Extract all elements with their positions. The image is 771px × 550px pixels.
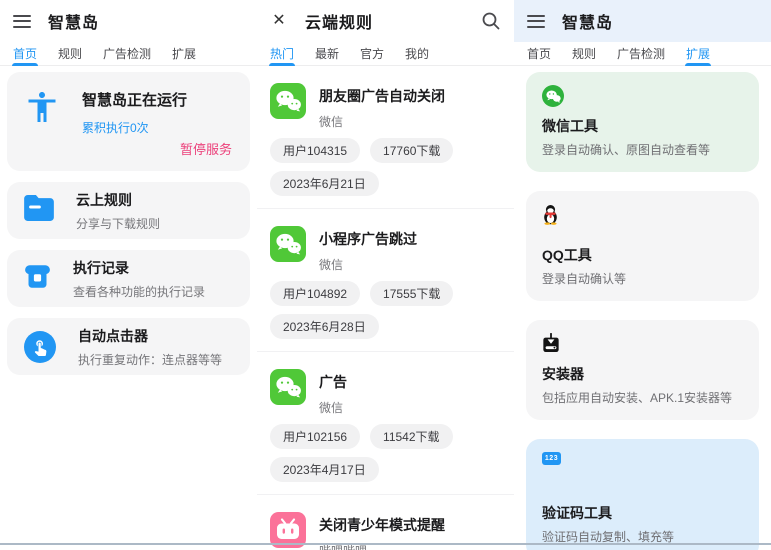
tab-ad-detect[interactable]: 广告检测	[617, 42, 665, 65]
qq-icon	[542, 204, 743, 230]
date-chip: 2023年6月21日	[270, 171, 379, 196]
tab-extensions[interactable]: 扩展	[172, 42, 196, 65]
rules-tabbar: 热门 最新 官方 我的	[257, 42, 514, 66]
wechat-circle-icon	[542, 85, 743, 112]
card-title: 自动点击器	[78, 327, 148, 344]
users-chip: 用户102156	[270, 424, 361, 449]
users-chip: 用户104892	[270, 281, 361, 306]
date-chip: 2023年4月17日	[270, 457, 379, 482]
tab-hot[interactable]: 热门	[270, 42, 294, 65]
home-header: 智慧岛	[0, 0, 257, 42]
list-item[interactable]: 关闭青少年模式提醒 哔哩哔哩 用户100001 10742下载 2023年3月1…	[257, 495, 514, 550]
rule-title: 关闭青少年模式提醒	[319, 517, 445, 533]
rules-list: 朋友圈广告自动关闭 微信 用户104315 17760下载 2023年6月21日	[257, 66, 514, 550]
card-title: 云上规则	[76, 191, 132, 208]
extension-subtitle: 包括应用自动安装、APK.1安装器等	[542, 391, 733, 405]
sms-code-tools-card[interactable]: 123 验证码工具 验证码自动复制、填充等	[526, 439, 759, 550]
tab-extensions[interactable]: 扩展	[686, 42, 710, 65]
close-icon[interactable]: ✕	[270, 12, 288, 30]
qq-tools-card[interactable]: QQ工具 登录自动确认等	[526, 191, 759, 301]
tab-ad-detect[interactable]: 广告检测	[103, 42, 151, 65]
page-title: 云端规则	[305, 15, 374, 32]
card-subtitle: 执行重复动作：连点器等等	[78, 352, 223, 367]
date-chip: 2023年6月28日	[270, 314, 379, 339]
extensions-panel: 智慧岛 首页 规则 广告检测 扩展 微信工具 登录自动确认、原图自动查看等 QQ…	[514, 0, 771, 550]
tab-home[interactable]: 首页	[527, 42, 551, 65]
rule-app: 微信	[319, 115, 344, 129]
wechat-icon	[270, 83, 306, 119]
downloads-chip: 17555下载	[370, 281, 454, 306]
list-item[interactable]: 小程序广告跳过 微信 用户104892 17555下载 2023年6月28日	[257, 209, 514, 352]
list-item[interactable]: 广告 微信 用户102156 11542下载 2023年4月17日	[257, 352, 514, 495]
hamburger-menu-icon[interactable]	[527, 14, 545, 28]
extensions-tabbar: 首页 规则 广告检测 扩展	[514, 42, 771, 66]
accessibility-icon	[24, 89, 60, 156]
auto-clicker-card[interactable]: 自动点击器 执行重复动作：连点器等等	[7, 318, 250, 375]
service-status-card[interactable]: 智慧岛正在运行 累积执行0次 暂停服务	[7, 72, 250, 171]
page-title: 智慧岛	[562, 15, 614, 32]
card-title: 执行记录	[73, 259, 129, 276]
cloud-rules-header: ✕ 云端规则	[257, 0, 514, 42]
pause-service-button[interactable]: 暂停服务	[180, 139, 232, 158]
extension-title: QQ工具	[542, 247, 592, 263]
page-title: 智慧岛	[48, 15, 100, 32]
extension-title: 安装器	[542, 366, 584, 382]
tab-rules[interactable]: 规则	[572, 42, 596, 65]
rule-title: 小程序广告跳过	[319, 231, 417, 247]
rule-app: 微信	[319, 258, 344, 272]
installer-card[interactable]: 安装器 包括应用自动安装、APK.1安装器等	[526, 320, 759, 420]
home-content: 智慧岛正在运行 累积执行0次 暂停服务 云上规则 分享与下载规则 执行记录 查看…	[0, 66, 257, 381]
rule-title: 广告	[319, 374, 347, 390]
card-subtitle: 分享与下载规则	[76, 216, 161, 231]
downloads-chip: 17760下载	[370, 138, 454, 163]
wechat-tools-card[interactable]: 微信工具 登录自动确认、原图自动查看等	[526, 72, 759, 172]
cloud-rules-panel: ✕ 云端规则 热门 最新 官方 我的 朋友圈广告自动关闭 微信 用户104315…	[257, 0, 514, 550]
extension-subtitle: 登录自动确认等	[542, 272, 627, 286]
rule-title: 朋友圈广告自动关闭	[319, 88, 445, 104]
users-chip: 用户104315	[270, 138, 361, 163]
folder-icon	[24, 195, 54, 226]
sms-code-icon: 123	[542, 452, 561, 465]
extension-title: 验证码工具	[542, 505, 612, 521]
auto-clicker-icon	[24, 330, 56, 363]
tab-home[interactable]: 首页	[13, 42, 37, 65]
status-title: 智慧岛正在运行	[82, 92, 188, 109]
tab-official[interactable]: 官方	[360, 42, 384, 65]
wechat-icon	[270, 226, 306, 262]
list-item[interactable]: 朋友圈广告自动关闭 微信 用户104315 17760下载 2023年6月21日	[257, 66, 514, 209]
record-icon	[24, 263, 51, 295]
extensions-content: 微信工具 登录自动确认、原图自动查看等 QQ工具 登录自动确认等 安装器 包括应…	[514, 66, 771, 550]
extension-title: 微信工具	[542, 118, 598, 134]
extensions-header: 智慧岛	[514, 0, 771, 42]
app-window: 智慧岛 首页 规则 广告检测 扩展 智慧岛正在运行 累积执行0次 暂停服务 云上…	[0, 0, 771, 550]
wechat-icon	[270, 369, 306, 405]
search-icon[interactable]	[481, 11, 501, 31]
tab-mine[interactable]: 我的	[405, 42, 429, 65]
installer-icon	[542, 333, 743, 358]
home-tabbar: 首页 规则 广告检测 扩展	[0, 42, 257, 66]
cloud-rules-card[interactable]: 云上规则 分享与下载规则	[7, 182, 250, 239]
extension-subtitle: 登录自动确认、原图自动查看等	[542, 143, 711, 157]
card-subtitle: 查看各种功能的执行记录	[73, 284, 206, 299]
tab-rules[interactable]: 规则	[58, 42, 82, 65]
downloads-chip: 11542下载	[370, 424, 453, 449]
status-exec-count: 累积执行0次	[82, 121, 149, 135]
rule-app: 微信	[319, 401, 344, 415]
home-panel: 智慧岛 首页 规则 广告检测 扩展 智慧岛正在运行 累积执行0次 暂停服务 云上…	[0, 0, 257, 550]
window-bottom-edge	[0, 543, 771, 545]
execution-records-card[interactable]: 执行记录 查看各种功能的执行记录	[7, 250, 250, 307]
hamburger-menu-icon[interactable]	[13, 14, 31, 28]
tab-latest[interactable]: 最新	[315, 42, 339, 65]
